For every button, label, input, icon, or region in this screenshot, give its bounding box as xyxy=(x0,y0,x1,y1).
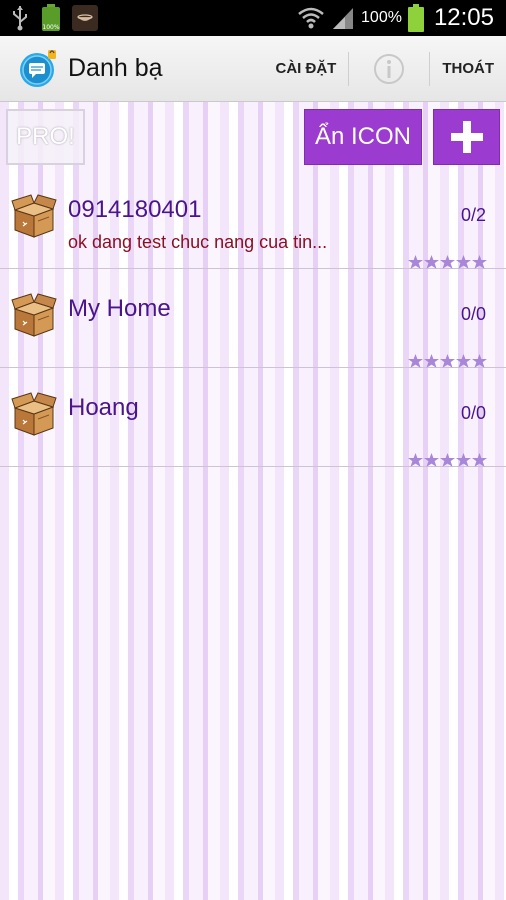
star-icon xyxy=(456,353,471,368)
contact-message-count: 0/0 xyxy=(460,304,486,324)
wifi-icon xyxy=(297,6,325,30)
info-icon xyxy=(374,53,405,84)
svg-text:100%: 100% xyxy=(42,24,59,31)
box-package-icon xyxy=(11,392,57,436)
star-icon xyxy=(440,452,455,467)
battery-full-notification-icon: 100% xyxy=(40,4,62,32)
star-icon xyxy=(440,353,455,368)
box-package-icon xyxy=(11,194,57,238)
star-icon xyxy=(456,254,471,269)
battery-icon xyxy=(407,4,424,32)
contact-rating xyxy=(408,254,487,269)
clock: 12:05 xyxy=(433,4,494,31)
box-package-icon xyxy=(11,293,57,337)
pro-button[interactable]: PRO! xyxy=(6,109,85,165)
contact-row[interactable]: 0914180401 ok dang test chuc nang cua ti… xyxy=(0,170,506,269)
plus-icon xyxy=(450,121,483,153)
signal-strength-icon xyxy=(331,6,355,30)
star-icon xyxy=(408,254,423,269)
contact-name: Hoang xyxy=(68,394,139,421)
star-icon xyxy=(424,452,439,467)
star-icon xyxy=(424,353,439,368)
contact-rating xyxy=(408,452,487,467)
settings-button[interactable]: CÀI ĐẶT xyxy=(266,36,349,101)
contact-list: 0914180401 ok dang test chuc nang cua ti… xyxy=(0,170,506,467)
star-icon xyxy=(472,254,487,269)
contact-rating xyxy=(408,353,487,368)
action-bar: Danh bạ CÀI ĐẶT THOÁT xyxy=(0,36,506,102)
star-icon xyxy=(440,254,455,269)
star-icon xyxy=(456,452,471,467)
contact-name: 0914180401 xyxy=(68,196,202,223)
exit-button[interactable]: THOÁT xyxy=(430,36,506,101)
star-icon xyxy=(408,452,423,467)
info-button[interactable] xyxy=(349,36,429,101)
contact-message-count: 0/0 xyxy=(460,403,486,423)
star-icon xyxy=(408,353,423,368)
star-icon xyxy=(472,452,487,467)
contact-message-count: 0/2 xyxy=(460,205,486,225)
battery-percent: 100% xyxy=(361,9,402,26)
star-icon xyxy=(424,254,439,269)
contact-row[interactable]: My Home 0/0 xyxy=(0,269,506,368)
contact-name: My Home xyxy=(68,295,171,322)
contact-last-message: ok dang test chuc nang cua tin... xyxy=(68,232,328,252)
app-title: Danh bạ xyxy=(68,54,163,82)
status-bar: 100% 100% 12:05 xyxy=(0,0,506,36)
star-icon xyxy=(472,353,487,368)
hide-icon-button[interactable]: Ẩn ICON xyxy=(304,109,422,165)
chat-logo-icon xyxy=(18,49,58,89)
add-contact-button[interactable] xyxy=(433,109,500,165)
coffee-cup-icon xyxy=(72,5,98,31)
usb-icon xyxy=(10,5,30,31)
contact-row[interactable]: Hoang 0/0 xyxy=(0,368,506,467)
